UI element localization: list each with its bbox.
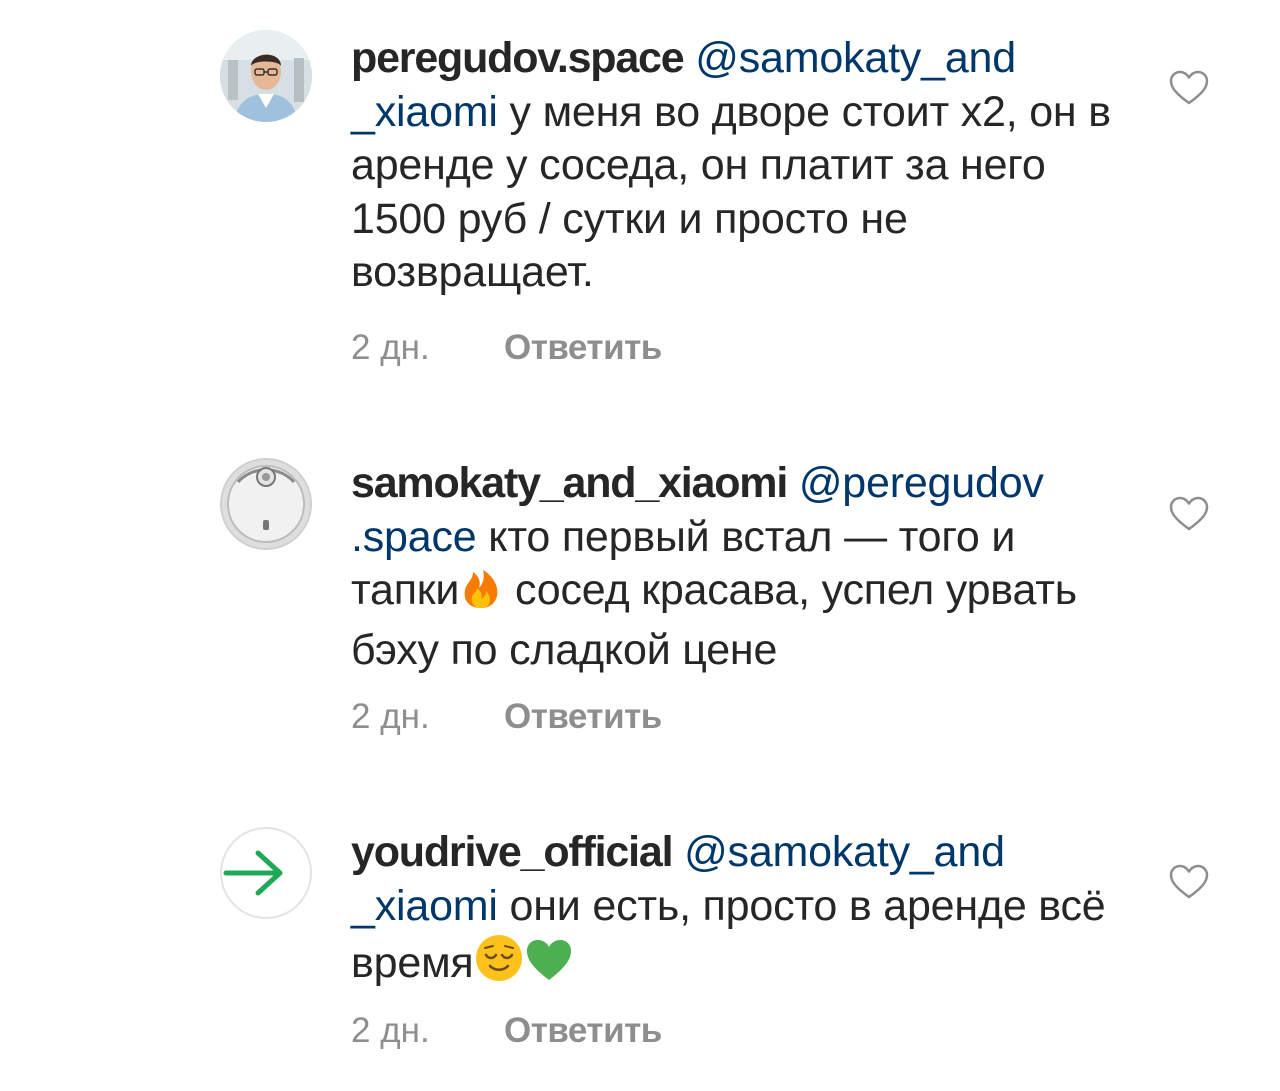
mention-link-continuation[interactable]: .space [351, 513, 477, 561]
comment-meta: 2 дн. Ответить [351, 697, 662, 737]
green-arrow-logo-icon [223, 850, 283, 896]
reply-button[interactable]: Ответить [504, 1011, 662, 1050]
robot-vacuum-icon [222, 460, 310, 548]
green-heart-emoji-icon [524, 937, 574, 997]
user-photo-icon [220, 30, 312, 122]
comment-time: 2 дн. [351, 1011, 430, 1050]
comment-time: 2 дн. [351, 697, 430, 736]
comment-text: samokaty_and_xiaomi @peregudov .space кто… [351, 457, 1111, 677]
avatar[interactable] [220, 827, 312, 919]
mention-link[interactable]: @samokaty_and [695, 34, 1016, 82]
comment-text: youdrive_official @samokaty_and _xiaomi о… [351, 826, 1111, 997]
heart-icon[interactable] [1169, 70, 1209, 106]
mention-link[interactable]: @peregudov [799, 459, 1044, 507]
comment-meta: 2 дн. Ответить [351, 328, 662, 368]
heart-icon[interactable] [1169, 496, 1209, 532]
mention-link[interactable]: @samokaty_and [684, 828, 1005, 876]
reply-button[interactable]: Ответить [504, 697, 662, 736]
comment-username[interactable]: samokaty_and_xiaomi [351, 459, 788, 507]
reply-button[interactable]: Ответить [504, 328, 662, 367]
relieved-face-emoji-icon [474, 933, 524, 997]
fire-emoji-icon [459, 566, 503, 624]
mention-link-continuation[interactable]: _xiaomi [351, 88, 498, 136]
heart-icon[interactable] [1169, 864, 1209, 900]
comment-username[interactable]: peregudov.space [351, 34, 685, 82]
comment-meta: 2 дн. Ответить [351, 1011, 662, 1051]
comment-username[interactable]: youdrive_official [351, 828, 674, 876]
comment-time: 2 дн. [351, 328, 430, 367]
mention-link-continuation[interactable]: _xiaomi [351, 882, 498, 930]
comment-text: peregudov.space @samokaty_and _xiaomi у м… [351, 32, 1111, 300]
avatar[interactable] [220, 458, 312, 550]
avatar[interactable] [220, 30, 312, 122]
